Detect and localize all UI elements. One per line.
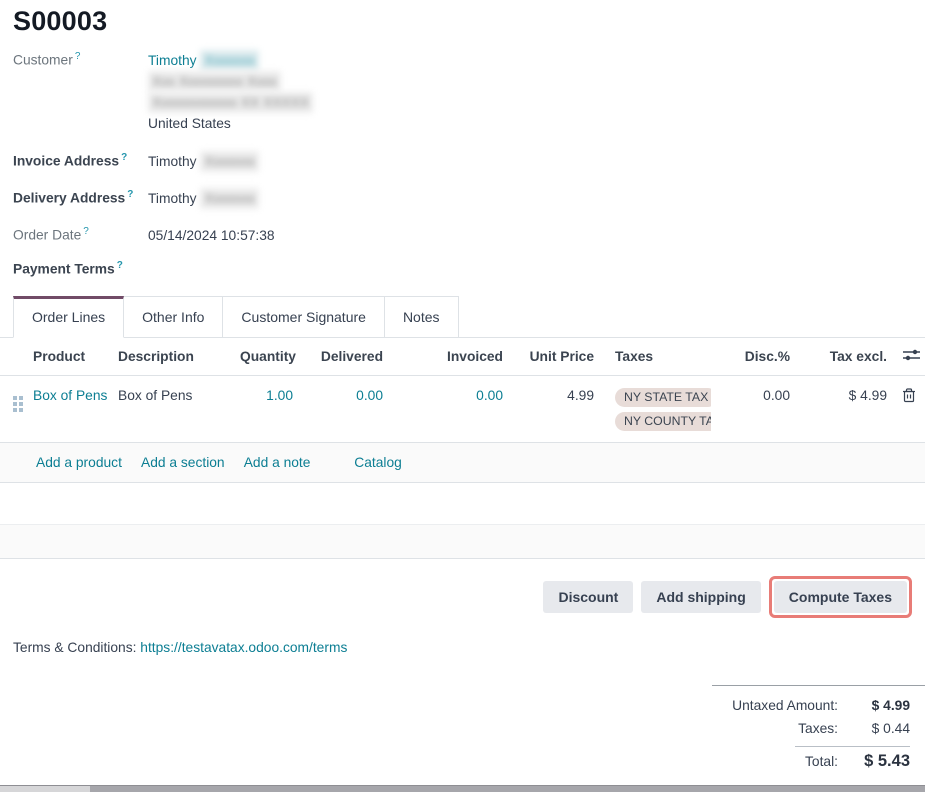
empty-spacer (0, 559, 925, 576)
row-actions-cell (892, 375, 925, 442)
delete-row-icon[interactable] (902, 388, 916, 406)
col-product[interactable]: Product (28, 338, 113, 376)
invoice-address-redacted: Xxxxxxx (200, 151, 259, 172)
tax-tag-ny-state[interactable]: NY STATE TAX (615, 388, 711, 407)
invoice-address-help-icon[interactable]: ? (121, 152, 127, 163)
customer-lastname-redacted: Xxxxxxx (200, 50, 259, 71)
field-payment-terms: Payment Terms? (13, 259, 925, 277)
tax-excl-cell: $ 4.99 (795, 375, 892, 442)
table-header-row: Product Description Quantity Delivered I… (0, 338, 925, 376)
tax-tag-ny-county[interactable]: NY COUNTY TA (615, 412, 711, 431)
horizontal-scrollbar[interactable] (0, 785, 925, 792)
col-disc[interactable]: Disc.% (711, 338, 795, 376)
discount-button[interactable]: Discount (543, 581, 633, 613)
field-customer: Customer? Timothy Xxxxxxx Xxx Xxxxxxxxx … (13, 50, 925, 134)
page-title: S00003 (13, 6, 925, 37)
col-options (892, 338, 925, 376)
payment-terms-label: Payment Terms? (13, 259, 148, 277)
disc-cell[interactable]: 0.00 (711, 375, 795, 442)
total-label: Total: (805, 750, 838, 773)
quantity-cell[interactable]: 1.00 (235, 375, 298, 442)
adjust-columns-icon[interactable] (903, 348, 920, 365)
field-invoice-address: Invoice Address? Timothy Xxxxxxx (13, 151, 925, 172)
customer-help-icon[interactable]: ? (75, 51, 81, 62)
delivery-address-help-icon[interactable]: ? (127, 189, 133, 200)
invoice-address-label-text: Invoice Address (13, 154, 119, 169)
taxes-label: Taxes: (798, 717, 838, 740)
taxes-value: $ 0.44 (852, 717, 910, 740)
terms-link[interactable]: https://testavatax.odoo.com/terms (140, 640, 347, 655)
customer-label-text: Customer (13, 53, 73, 68)
invoice-address-label: Invoice Address? (13, 151, 148, 169)
add-a-section-link[interactable]: Add a section (141, 455, 225, 470)
taxes-cell: NY STATE TAX NY COUNTY TA (599, 375, 711, 442)
untaxed-amount-label: Untaxed Amount: (732, 694, 838, 717)
col-description[interactable]: Description (113, 338, 235, 376)
customer-address-line1-redacted: Xxx Xxxxxxxxx Xxxx (148, 71, 281, 92)
customer-country: United States (148, 113, 313, 134)
add-shipping-button[interactable]: Add shipping (641, 581, 760, 613)
invoice-address-value[interactable]: Timothy (148, 154, 197, 169)
col-quantity[interactable]: Quantity (235, 338, 298, 376)
unit-price-cell[interactable]: 4.99 (508, 375, 599, 442)
col-invoiced[interactable]: Invoiced (388, 338, 508, 376)
tab-customer-signature[interactable]: Customer Signature (223, 296, 385, 338)
payment-terms-label-text: Payment Terms (13, 262, 115, 277)
product-cell: Box of Pens (28, 375, 113, 442)
product-link[interactable]: Box of Pens (33, 388, 107, 403)
drag-handle-icon[interactable] (13, 392, 23, 412)
order-date-help-icon[interactable]: ? (83, 226, 89, 237)
col-unit-price[interactable]: Unit Price (508, 338, 599, 376)
notebook-tabs: Order Lines Other Info Customer Signatur… (0, 296, 925, 338)
totals-panel: Untaxed Amount: $ 4.99 Taxes: $ 0.44 Tot… (712, 685, 925, 773)
tab-other-info[interactable]: Other Info (124, 296, 223, 338)
add-a-note-link[interactable]: Add a note (244, 455, 311, 470)
delivery-address-value[interactable]: Timothy (148, 191, 197, 206)
empty-spacer (0, 483, 925, 524)
tab-order-lines[interactable]: Order Lines (13, 296, 124, 338)
add-a-product-link[interactable]: Add a product (36, 455, 122, 470)
total-divider (795, 746, 910, 747)
order-lines-table: Product Description Quantity Delivered I… (0, 338, 925, 443)
field-order-date: Order Date? 05/14/2024 10:57:38 (13, 225, 925, 246)
description-cell[interactable]: Box of Pens (113, 375, 235, 442)
order-line-row: Box of Pens Box of Pens 1.00 0.00 0.00 4… (0, 375, 925, 442)
col-taxes[interactable]: Taxes (599, 338, 711, 376)
delivery-address-label-text: Delivery Address (13, 191, 125, 206)
payment-terms-help-icon[interactable]: ? (117, 260, 123, 271)
order-date-label: Order Date? (13, 225, 148, 243)
terms-and-conditions: Terms & Conditions: https://testavatax.o… (13, 640, 925, 655)
delivery-address-label: Delivery Address? (13, 188, 148, 206)
form-fields: Customer? Timothy Xxxxxxx Xxx Xxxxxxxxx … (13, 50, 925, 277)
compute-taxes-button[interactable]: Compute Taxes (774, 581, 907, 613)
col-tax-excl[interactable]: Tax excl. (795, 338, 892, 376)
terms-label: Terms & Conditions: (13, 640, 136, 655)
customer-address-line2-redacted: Xxxxxxxxxxxx XX XXXXX (148, 92, 313, 113)
scrollbar-track-left (0, 786, 90, 792)
total-value: $ 5.43 (852, 750, 910, 773)
field-delivery-address: Delivery Address? Timothy Xxxxxxx (13, 188, 925, 209)
empty-section-band (0, 524, 925, 559)
red-highlight-annotation: Compute Taxes (769, 576, 912, 618)
invoiced-cell[interactable]: 0.00 (388, 375, 508, 442)
col-delivered[interactable]: Delivered (298, 338, 388, 376)
handle-column-header (0, 338, 28, 376)
tab-notes[interactable]: Notes (385, 296, 459, 338)
total-row: Total: $ 5.43 (712, 750, 925, 773)
delivered-cell[interactable]: 0.00 (298, 375, 388, 442)
customer-label: Customer? (13, 50, 148, 68)
order-date-label-text: Order Date (13, 228, 81, 243)
order-date-value[interactable]: 05/14/2024 10:57:38 (148, 225, 275, 246)
untaxed-amount-row: Untaxed Amount: $ 4.99 (712, 694, 925, 717)
delivery-address-redacted: Xxxxxxx (200, 188, 259, 209)
taxes-row: Taxes: $ 0.44 (712, 717, 925, 740)
order-line-footer-links: Add a product Add a section Add a note C… (0, 443, 925, 483)
catalog-link[interactable]: Catalog (354, 455, 402, 470)
untaxed-amount-value: $ 4.99 (852, 694, 910, 717)
action-buttons: Discount Add shipping Compute Taxes (0, 576, 925, 618)
row-handle-cell (0, 375, 28, 442)
customer-name-link[interactable]: Timothy (148, 53, 197, 68)
